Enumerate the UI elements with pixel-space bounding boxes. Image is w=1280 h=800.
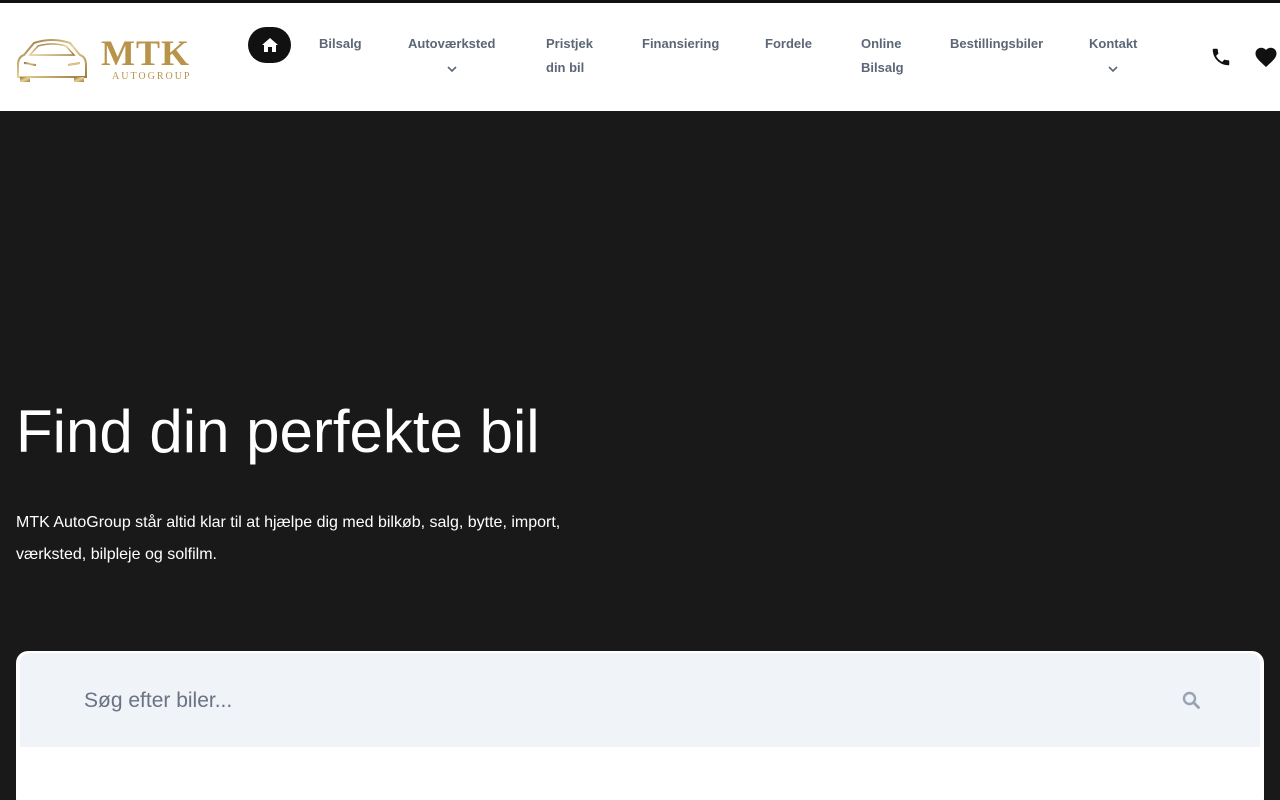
nav-label: Online Bilsalg — [861, 36, 904, 75]
logo-subtitle: AUTOGROUP — [112, 71, 192, 82]
logo-brand: MTK — [101, 33, 190, 73]
nav-item-pristjek[interactable]: Pristjek din bil — [546, 32, 602, 80]
nav-label: Pristjek din bil — [546, 36, 593, 75]
nav-label: Bestillingsbiler — [950, 36, 1044, 51]
chevron-down-icon — [408, 56, 495, 80]
search-input[interactable] — [84, 681, 1144, 721]
nav-item-finansiering[interactable]: Finansiering — [642, 32, 719, 56]
nav-item-bestillingsbiler[interactable]: Bestillingsbiler — [950, 32, 1043, 56]
nav-item-autovaerksted[interactable]: Autoværksted — [408, 32, 495, 80]
nav-label: Autoværksted — [408, 36, 496, 51]
search-card — [16, 651, 1264, 800]
search-bar — [20, 653, 1260, 747]
favorites-button[interactable] — [1254, 46, 1278, 70]
heart-icon — [1255, 47, 1277, 67]
chevron-down-icon — [1089, 56, 1137, 80]
site-header: MTK AUTOGROUP Bilsalg Autoværksted Prist… — [0, 3, 1280, 111]
logo[interactable]: MTK AUTOGROUP — [16, 33, 198, 85]
hero-title: Find din perfekte bil — [16, 398, 540, 465]
hero-description: MTK AutoGroup står altid klar til at hjæ… — [16, 514, 561, 563]
nav-label: Kontakt — [1089, 36, 1138, 51]
nav-label: Finansiering — [642, 36, 720, 51]
nav-item-online-bilsalg[interactable]: Online Bilsalg — [861, 32, 911, 80]
nav-item-bilsalg[interactable]: Bilsalg — [319, 32, 362, 56]
home-icon — [261, 38, 278, 52]
nav-item-fordele[interactable]: Fordele — [765, 32, 812, 56]
nav-label: Fordele — [765, 36, 812, 51]
nav-label: Bilsalg — [319, 36, 362, 51]
car-logo-icon — [17, 39, 87, 82]
home-button[interactable] — [248, 27, 291, 63]
search-icon[interactable] — [1182, 691, 1202, 711]
phone-button[interactable] — [1210, 46, 1234, 70]
phone-icon — [1212, 48, 1230, 66]
nav-item-kontakt[interactable]: Kontakt — [1089, 32, 1137, 80]
